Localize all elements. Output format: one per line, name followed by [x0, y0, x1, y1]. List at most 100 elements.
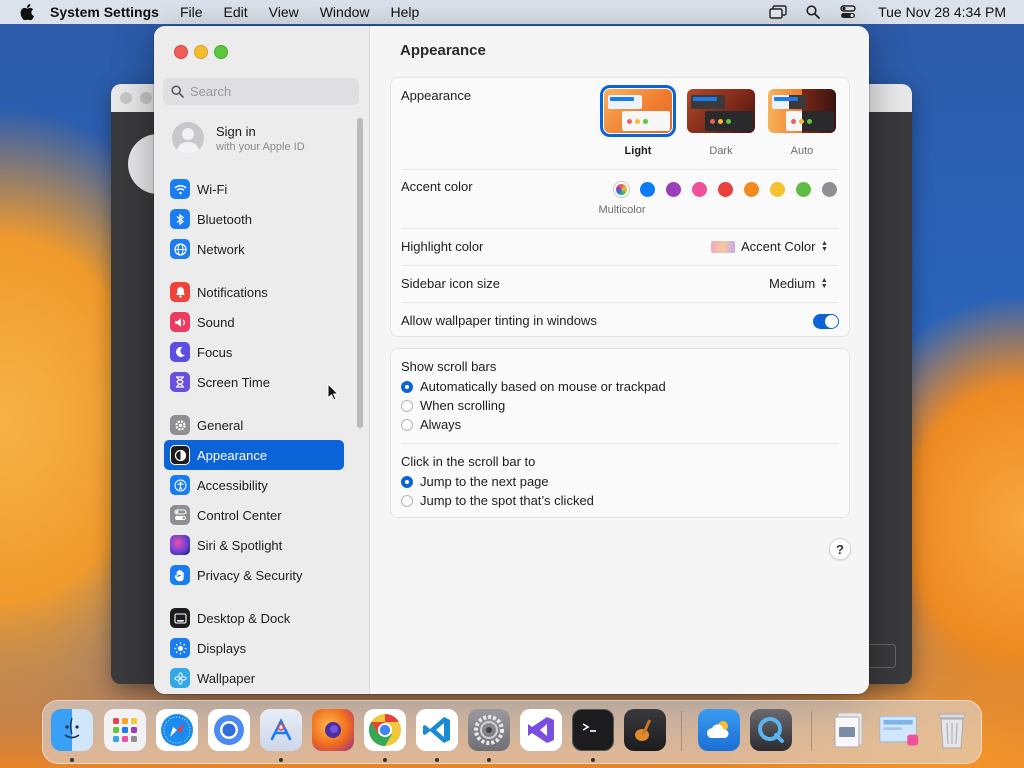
vscode-icon[interactable] — [416, 709, 458, 751]
sidebar-item-accessibility[interactable]: Accessibility — [164, 470, 344, 500]
sidebar-item-label: Appearance — [197, 447, 268, 463]
appearance-label: Appearance — [401, 88, 472, 103]
sidebar-icon-size-popup[interactable]: Medium ▲ ▼ — [769, 276, 829, 291]
control-center-icon[interactable] — [839, 5, 857, 19]
accent-graphite-swatch[interactable] — [822, 182, 837, 197]
scroll-bars-automatic-radio[interactable]: Automatically based on mouse or trackpad — [401, 379, 666, 394]
spotlight-search-icon[interactable] — [804, 5, 822, 19]
bg-close-icon[interactable] — [120, 92, 132, 104]
accent-multicolor-swatch[interactable] — [614, 182, 629, 197]
running-indicator — [279, 758, 283, 762]
accent-yellow-swatch[interactable] — [770, 182, 785, 197]
appearance-auto-option[interactable] — [768, 89, 836, 133]
search-icon — [171, 85, 184, 98]
sidebar-item-sound[interactable]: Sound — [164, 307, 344, 337]
wallpaper-tinting-toggle[interactable] — [813, 314, 839, 329]
sidebar-item-label: Control Center — [197, 507, 282, 523]
system-settings-icon[interactable] — [468, 709, 510, 751]
terminal-icon[interactable] — [572, 709, 614, 751]
sidebar-item-appearance[interactable]: Appearance — [164, 440, 344, 470]
sidebar-item-general[interactable]: General — [164, 410, 344, 440]
search-field[interactable]: Search — [163, 78, 359, 105]
sidebar-item-desktop-dock[interactable]: Desktop & Dock — [164, 603, 344, 633]
sidebar-item-bluetooth[interactable]: Bluetooth — [164, 204, 344, 234]
sidebar-item-label: Desktop & Dock — [197, 610, 291, 626]
divider — [401, 169, 839, 170]
click-jump-to-spot-radio[interactable]: Jump to the spot that’s clicked — [401, 493, 594, 508]
accent-pink-swatch[interactable] — [692, 182, 707, 197]
accent-green-swatch[interactable] — [796, 182, 811, 197]
accent-purple-swatch[interactable] — [666, 182, 681, 197]
screen-mirroring-icon[interactable] — [769, 5, 787, 19]
launchpad-icon[interactable] — [104, 709, 146, 751]
sidebar-item-displays[interactable]: Displays — [164, 633, 344, 663]
menu-view[interactable]: View — [269, 4, 299, 20]
menu-help[interactable]: Help — [391, 4, 420, 20]
accent-multicolor-caption: Multicolor — [598, 204, 646, 216]
sidebar-item-screen-time[interactable]: Screen Time — [164, 367, 344, 397]
visual-studio-icon[interactable] — [520, 709, 562, 751]
chromium-icon[interactable] — [208, 709, 250, 751]
chrome-icon[interactable] — [364, 709, 406, 751]
network-globe-icon — [170, 239, 190, 259]
radio-button-selected — [401, 475, 413, 488]
scroll-bars-always-radio[interactable]: Always — [401, 417, 461, 432]
accessibility-icon — [170, 475, 190, 495]
garageband-icon[interactable] — [624, 709, 666, 751]
accent-blue-swatch[interactable] — [640, 182, 655, 197]
sidebar-signin[interactable]: Sign in with your Apple ID — [172, 122, 305, 154]
app-store-icon[interactable] — [260, 709, 302, 751]
sidebar-item-privacy-security[interactable]: Privacy & Security — [164, 560, 344, 590]
running-indicator — [487, 758, 491, 762]
minimize-window-icon[interactable] — [194, 45, 208, 59]
sidebar-item-wifi[interactable]: Wi-Fi — [164, 174, 344, 204]
sidebar-item-network[interactable]: Network — [164, 234, 344, 264]
appearance-icon — [170, 445, 190, 465]
close-window-icon[interactable] — [174, 45, 188, 59]
wallpaper-flower-icon — [170, 668, 190, 688]
sidebar-scrollbar[interactable] — [357, 118, 363, 428]
accent-red-swatch[interactable] — [718, 182, 733, 197]
firefox-icon[interactable] — [312, 709, 354, 751]
signin-title: Sign in — [216, 123, 256, 139]
click-jump-next-page-radio[interactable]: Jump to the next page — [401, 474, 549, 489]
sidebar-item-label: Focus — [197, 344, 233, 360]
apple-logo-icon[interactable] — [20, 4, 36, 20]
icloud-weather-icon[interactable] — [698, 709, 740, 751]
sidebar-item-notifications[interactable]: Notifications — [164, 277, 344, 307]
wifi-icon — [170, 179, 190, 199]
running-indicator — [383, 758, 387, 762]
menu-edit[interactable]: Edit — [224, 4, 248, 20]
appearance-light-option[interactable] — [600, 85, 676, 137]
safari-icon[interactable] — [156, 709, 198, 751]
help-button[interactable]: ? — [829, 538, 851, 560]
sidebar-item-wallpaper[interactable]: Wallpaper — [164, 663, 344, 693]
file-stack-icon[interactable] — [828, 709, 870, 751]
highlight-color-value: Accent Color — [741, 239, 816, 254]
finder-icon[interactable] — [51, 709, 93, 751]
highlight-color-popup[interactable]: Accent Color ▲ ▼ — [711, 239, 829, 254]
zoom-window-icon[interactable] — [214, 45, 228, 59]
trash-icon[interactable] — [931, 709, 973, 751]
content-pane: Appearance Appearance Light Dark Auto Ac… — [370, 26, 869, 694]
menu-file[interactable]: File — [180, 4, 203, 20]
radio-label: Automatically based on mouse or trackpad — [420, 379, 666, 394]
sidebar-item-focus[interactable]: Focus — [164, 337, 344, 367]
quicktime-icon[interactable] — [750, 709, 792, 751]
preview-document-icon[interactable] — [878, 709, 920, 751]
menu-app-name[interactable]: System Settings — [50, 4, 159, 20]
accent-color-label: Accent color — [401, 179, 473, 194]
sidebar-item-label: Screen Time — [197, 374, 270, 390]
radio-button-selected — [401, 380, 413, 393]
menu-window[interactable]: Window — [320, 4, 370, 20]
chevron-up-down-icon: ▲ ▼ — [820, 276, 828, 290]
control-center-icon — [170, 505, 190, 525]
sidebar-item-siri-spotlight[interactable]: Siri & Spotlight — [164, 530, 344, 560]
screen-time-hourglass-icon — [170, 372, 190, 392]
appearance-dark-option[interactable] — [687, 89, 755, 133]
sidebar-item-control-center[interactable]: Control Center — [164, 500, 344, 530]
accent-orange-swatch[interactable] — [744, 182, 759, 197]
scroll-bars-when-scrolling-radio[interactable]: When scrolling — [401, 398, 505, 413]
menu-bar-clock[interactable]: Tue Nov 28 4:34 PM — [878, 4, 1006, 20]
bg-minimize-icon[interactable] — [140, 92, 152, 104]
